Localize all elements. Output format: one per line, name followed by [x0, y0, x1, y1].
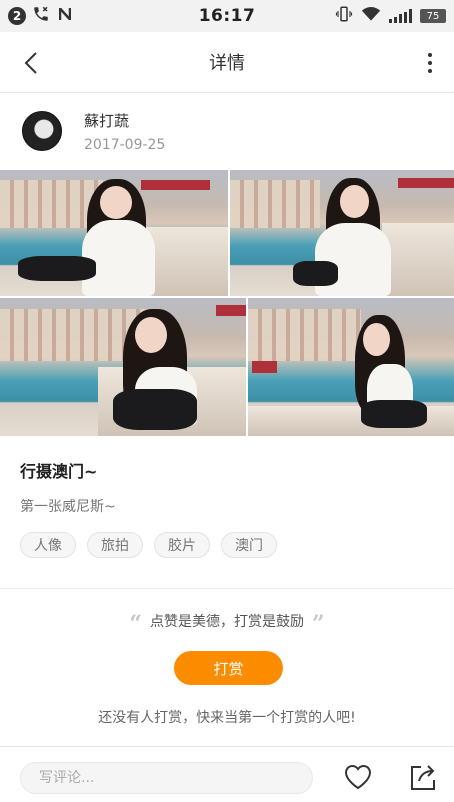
notification-count-badge: 2	[8, 7, 26, 25]
wifi-icon	[361, 6, 381, 26]
more-options-button[interactable]	[418, 48, 442, 78]
n-app-icon	[56, 5, 74, 27]
post-photo-2[interactable]	[230, 170, 454, 296]
back-button[interactable]	[16, 48, 46, 78]
author-section: 蘇打蔬 2017-09-25	[0, 94, 454, 168]
post-date: 2017-09-25	[84, 136, 166, 153]
reward-slogan: “ 点赞是美德，打赏是鼓励 ”	[0, 611, 454, 631]
post-photo-4[interactable]	[248, 298, 454, 436]
signal-icon	[389, 9, 412, 23]
vibrate-icon	[335, 5, 353, 27]
share-icon	[411, 765, 435, 790]
page-title: 详情	[209, 53, 245, 74]
more-dot-icon	[428, 61, 432, 65]
share-button[interactable]	[407, 761, 439, 793]
tag-macau[interactable]: 澳门	[221, 532, 277, 558]
more-dot-icon	[428, 53, 432, 57]
close-quote-icon: ”	[312, 613, 325, 629]
back-arrow-icon	[24, 52, 37, 74]
post-photo-3[interactable]	[0, 298, 246, 436]
heart-icon	[344, 764, 372, 790]
status-right: 75	[296, 5, 446, 27]
tag-list: 人像 旅拍 胶片 澳门	[20, 532, 277, 558]
section-divider	[0, 588, 454, 589]
reward-hint: 还没有人打赏，快来当第一个打赏的人吧!	[98, 710, 356, 726]
comment-input[interactable]	[20, 762, 313, 794]
open-quote-icon: “	[129, 613, 142, 629]
missed-call-icon	[32, 5, 50, 27]
status-left: 2	[8, 5, 158, 27]
battery-icon: 75	[420, 9, 446, 23]
reward-button[interactable]: 打赏	[174, 651, 283, 685]
post-photo-1[interactable]	[0, 170, 228, 296]
author-avatar[interactable]	[22, 111, 62, 151]
tag-travel[interactable]: 旅拍	[87, 532, 143, 558]
status-time: 16:17	[198, 6, 256, 26]
tag-film[interactable]: 胶片	[154, 532, 210, 558]
post-title: 行摄澳门~	[20, 462, 98, 481]
slogan-text: 点赞是美德，打赏是鼓励	[150, 614, 304, 630]
tag-portrait[interactable]: 人像	[20, 532, 76, 558]
status-bar: 2 16:17 75	[0, 0, 454, 32]
post-description: 第一张威尼斯~	[20, 499, 116, 515]
bottom-action-bar	[0, 746, 454, 802]
author-name[interactable]: 蘇打蔬	[84, 110, 165, 131]
like-button[interactable]	[342, 761, 374, 793]
author-info: 蘇打蔬 2017-09-25	[84, 110, 165, 153]
top-app-bar: 详情	[0, 32, 454, 93]
more-dot-icon	[428, 69, 432, 73]
